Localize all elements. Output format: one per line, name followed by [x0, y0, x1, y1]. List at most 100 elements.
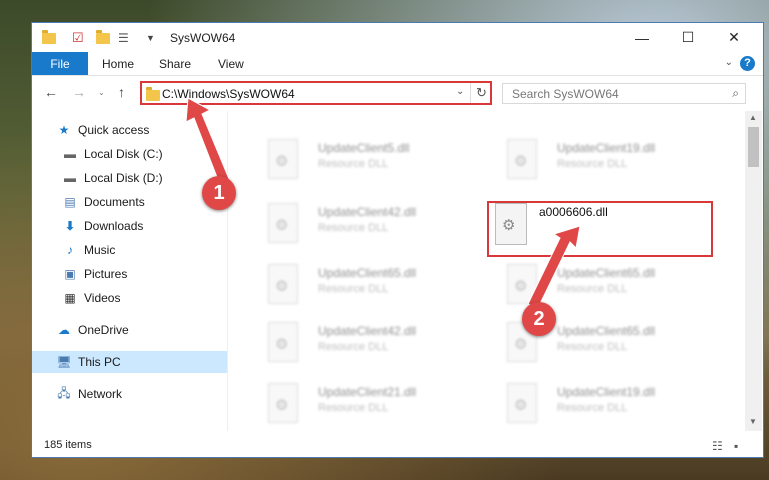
- large-icons-view-icon[interactable]: ▪: [734, 439, 738, 453]
- dll-file-icon: [268, 264, 298, 304]
- sidebar-item-onedrive[interactable]: ☁ OneDrive: [32, 319, 251, 341]
- search-input[interactable]: Search SysWOW64: [512, 87, 619, 101]
- tab-home[interactable]: Home: [102, 52, 134, 75]
- file-name: UpdateClient42.dll: [318, 205, 417, 219]
- pictures-icon: ▣: [64, 267, 76, 281]
- sidebar-item-label: Documents: [84, 195, 145, 209]
- computer-icon: 🖥: [56, 355, 72, 369]
- file-type: Resource DLL: [557, 402, 628, 414]
- file-type: Resource DLL: [318, 402, 389, 414]
- file-name: UpdateClient19.dll: [557, 141, 656, 155]
- qat-dropdown-icon[interactable]: ▼: [146, 29, 155, 47]
- file-type: Resource DLL: [557, 158, 628, 170]
- details-view-icon[interactable]: ☷: [712, 439, 723, 453]
- document-icon: ▤: [64, 195, 76, 209]
- recent-locations-icon[interactable]: ⌄: [98, 88, 105, 97]
- sidebar-item-label: Local Disk (D:): [84, 171, 163, 185]
- file-name: UpdateClient19.dll: [557, 385, 656, 399]
- dll-file-icon: [268, 203, 298, 243]
- dll-file-icon: [268, 322, 298, 362]
- window-title: SysWOW64: [170, 31, 236, 45]
- sidebar-item-label: Network: [78, 387, 123, 401]
- callout-badge-1: 1: [202, 176, 236, 210]
- sidebar-item-label: Pictures: [84, 267, 128, 281]
- drive-icon: ▬: [64, 171, 76, 185]
- sidebar-item-label: This PC: [78, 355, 121, 369]
- cloud-icon: ☁: [58, 323, 70, 337]
- customize-toolbar-icon[interactable]: ☰: [118, 29, 129, 47]
- file-item[interactable]: UpdateClient5.dll Resource DLL: [248, 131, 478, 187]
- vertical-scrollbar[interactable]: ▲ ▼: [745, 111, 762, 431]
- refresh-icon[interactable]: ↻: [476, 85, 487, 101]
- search-box[interactable]: Search SysWOW64 ⌕: [502, 83, 746, 104]
- folder-icon: [42, 29, 56, 47]
- sidebar-item-label: OneDrive: [78, 323, 129, 337]
- file-item[interactable]: UpdateClient21.dll Resource DLL: [248, 375, 478, 431]
- folder-icon: [146, 87, 160, 101]
- file-item[interactable]: UpdateClient19.dll Resource DLL: [487, 375, 717, 431]
- download-icon: ⬇: [64, 219, 76, 233]
- file-type: Resource DLL: [318, 222, 389, 234]
- scroll-up-arrow-icon[interactable]: ▲: [749, 113, 757, 122]
- file-item[interactable]: UpdateClient19.dll Resource DLL: [487, 131, 717, 187]
- up-button[interactable]: ↑: [118, 84, 125, 100]
- file-item[interactable]: UpdateClient65.dll Resource DLL: [248, 256, 478, 312]
- file-explorer-window: ☑ ☰ ▼ SysWOW64 — ☐ ✕ File Home Share Vie…: [31, 22, 764, 458]
- video-icon: ▦: [64, 291, 76, 305]
- forward-button[interactable]: →: [72, 84, 86, 100]
- sidebar-item-this-pc[interactable]: 🖥 This PC: [32, 351, 227, 373]
- sidebar-item-videos[interactable]: ▦ Videos 📌: [32, 287, 257, 309]
- file-type: Resource DLL: [318, 158, 389, 170]
- navigation-bar: ← → ⌄ ↑ C:\Windows\SysWOW64 ⌄ ↻ Search S…: [32, 76, 763, 110]
- ribbon: File Home Share View ⌄ ?: [32, 52, 763, 76]
- sidebar-item-label: Videos: [84, 291, 121, 305]
- sidebar-item-downloads[interactable]: ⬇ Downloads 📌: [32, 215, 257, 237]
- music-icon: ♪: [67, 243, 73, 257]
- file-item[interactable]: UpdateClient42.dll Resource DLL: [248, 195, 478, 251]
- file-name: UpdateClient65.dll: [557, 324, 656, 338]
- callout-badge-2: 2: [522, 302, 556, 336]
- expand-ribbon-icon[interactable]: ⌄: [725, 57, 733, 68]
- help-icon[interactable]: ?: [740, 56, 755, 71]
- file-type: Resource DLL: [557, 341, 628, 353]
- file-list: UpdateClient5.dll Resource DLL UpdateCli…: [228, 111, 745, 431]
- minimize-button[interactable]: —: [619, 23, 665, 52]
- scroll-down-arrow-icon[interactable]: ▼: [749, 417, 757, 426]
- file-name: UpdateClient21.dll: [318, 385, 417, 399]
- file-type: Resource DLL: [318, 341, 389, 353]
- sidebar-item-music[interactable]: ♪ Music 📌: [32, 239, 257, 261]
- scrollbar-thumb[interactable]: [748, 127, 759, 167]
- dll-file-icon: [268, 383, 298, 423]
- dll-file-icon: [507, 383, 537, 423]
- star-icon: ★: [58, 123, 70, 137]
- address-dropdown-icon[interactable]: ⌄: [456, 86, 464, 97]
- status-bar: 185 items ☷ ▪: [32, 433, 763, 457]
- search-icon: ⌕: [732, 86, 739, 100]
- sidebar-item-network[interactable]: 🖧 Network: [32, 383, 251, 405]
- address-divider: [470, 83, 471, 103]
- sidebar-item-label: Local Disk (C:): [84, 147, 163, 161]
- file-name: UpdateClient42.dll: [318, 324, 417, 338]
- file-item[interactable]: UpdateClient42.dll Resource DLL: [248, 314, 478, 370]
- title-bar: ☑ ☰ ▼ SysWOW64 — ☐ ✕: [32, 23, 763, 52]
- new-folder-icon[interactable]: [96, 29, 110, 47]
- network-icon: 🖧: [57, 385, 71, 400]
- maximize-button[interactable]: ☐: [665, 23, 711, 52]
- file-name: UpdateClient5.dll: [318, 141, 410, 155]
- sidebar-item-label: Downloads: [84, 219, 144, 233]
- dll-file-icon: [507, 139, 537, 179]
- item-count: 185 items: [44, 439, 92, 451]
- file-type: Resource DLL: [318, 283, 389, 295]
- properties-icon[interactable]: ☑: [72, 29, 84, 47]
- back-button[interactable]: ←: [44, 84, 58, 100]
- file-name: UpdateClient65.dll: [318, 266, 417, 280]
- sidebar-item-label: Music: [84, 243, 116, 257]
- sidebar-item-pictures[interactable]: ▣ Pictures 📌: [32, 263, 257, 285]
- tab-view[interactable]: View: [218, 52, 244, 75]
- file-tab[interactable]: File: [32, 52, 88, 75]
- dll-file-icon: [268, 139, 298, 179]
- drive-icon: ▬: [64, 147, 76, 161]
- tab-share[interactable]: Share: [159, 52, 191, 75]
- close-button[interactable]: ✕: [711, 23, 757, 52]
- sidebar-item-label: Quick access: [78, 123, 150, 137]
